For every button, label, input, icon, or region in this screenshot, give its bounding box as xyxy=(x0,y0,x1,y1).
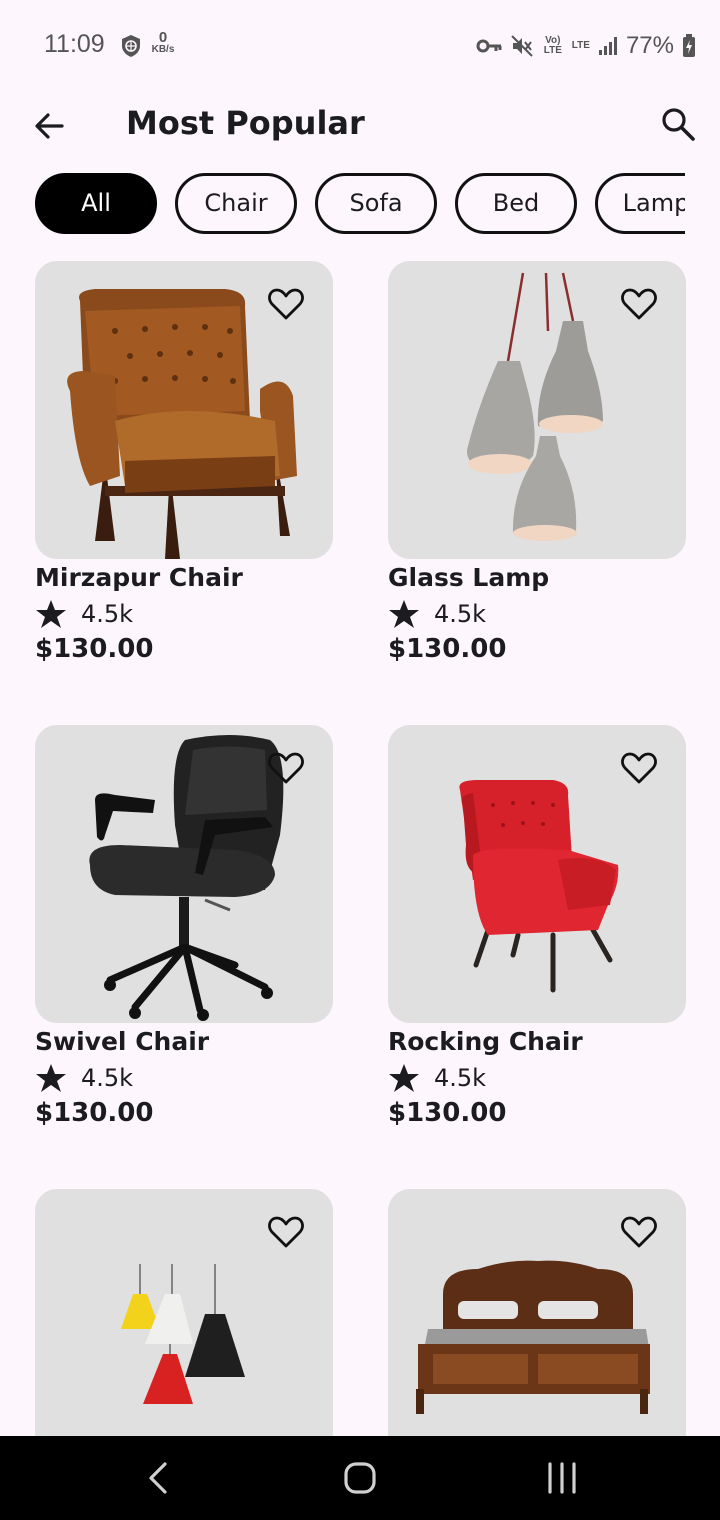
status-icons: Vo) LTE LTE 77% xyxy=(476,30,696,62)
product-image-card[interactable] xyxy=(388,261,686,559)
heart-icon[interactable] xyxy=(620,285,658,323)
mute-icon xyxy=(511,35,533,57)
chip-bed[interactable]: Bed xyxy=(455,173,577,234)
network-speed-unit: KB/s xyxy=(151,44,175,55)
category-filter-chips: All Chair Sofa Bed Lamp xyxy=(35,173,685,235)
heart-icon[interactable] xyxy=(620,749,658,787)
product-name: Rocking Chair xyxy=(388,1027,583,1056)
product-price: $130.00 xyxy=(35,1098,154,1128)
product-price: $130.00 xyxy=(388,634,507,664)
nav-back-icon[interactable] xyxy=(138,1458,178,1498)
product-card[interactable]: Mirzapur Chair 4.5k $130.00 xyxy=(35,261,333,664)
star-icon xyxy=(389,1064,419,1092)
signal-icon xyxy=(598,37,617,55)
heart-icon[interactable] xyxy=(620,1213,658,1251)
search-icon[interactable] xyxy=(658,104,698,144)
nav-recents-icon[interactable] xyxy=(542,1458,582,1498)
network-speed-value: 0 xyxy=(158,29,168,46)
star-icon xyxy=(36,1064,66,1092)
product-rating-value: 4.5k xyxy=(434,600,487,628)
product-image-card[interactable] xyxy=(35,725,333,1023)
lte-label: LTE xyxy=(571,40,590,51)
page-title: Most Popular xyxy=(126,104,365,142)
product-name: Swivel Chair xyxy=(35,1027,210,1056)
product-rating: 4.5k xyxy=(388,598,686,630)
back-arrow-icon[interactable] xyxy=(30,106,70,146)
network-speed: 0 KB/s xyxy=(149,30,177,55)
product-price: $130.00 xyxy=(35,634,154,664)
star-icon xyxy=(389,600,419,628)
product-card[interactable]: Rocking Chair 4.5k $130.00 xyxy=(388,725,686,1128)
status-bar: 11:09 0 KB/s Vo) LTE LTE 77% xyxy=(0,0,720,90)
product-name: Mirzapur Chair xyxy=(35,563,243,592)
key-icon xyxy=(476,39,502,53)
heart-icon[interactable] xyxy=(267,749,305,787)
product-name: Glass Lamp xyxy=(388,563,550,592)
status-time: 11:09 xyxy=(44,30,105,58)
product-rating: 4.5k xyxy=(388,1062,686,1094)
chip-sofa[interactable]: Sofa xyxy=(315,173,437,234)
product-rating-value: 4.5k xyxy=(81,600,134,628)
product-image-card[interactable] xyxy=(388,725,686,1023)
chip-all[interactable]: All xyxy=(35,173,157,234)
product-rating: 4.5k xyxy=(35,598,333,630)
volte-label: Vo) LTE xyxy=(543,35,562,56)
battery-charging-icon xyxy=(683,34,695,57)
system-navigation-bar xyxy=(0,1436,720,1520)
product-rating: 4.5k xyxy=(35,1062,333,1094)
product-price: $130.00 xyxy=(388,1098,507,1128)
product-card[interactable]: Swivel Chair 4.5k $130.00 xyxy=(35,725,333,1128)
product-rating-value: 4.5k xyxy=(81,1064,134,1092)
app-bar: Most Popular xyxy=(0,90,720,162)
battery-percent: 77% xyxy=(625,32,674,59)
shield-icon xyxy=(122,35,140,57)
product-image-card[interactable] xyxy=(35,261,333,559)
product-rating-value: 4.5k xyxy=(434,1064,487,1092)
nav-home-icon[interactable] xyxy=(340,1458,380,1498)
chip-lamp[interactable]: Lamp xyxy=(595,173,685,234)
product-card[interactable]: Glass Lamp 4.5k $130.00 xyxy=(388,261,686,664)
star-icon xyxy=(36,600,66,628)
heart-icon[interactable] xyxy=(267,1213,305,1251)
heart-icon[interactable] xyxy=(267,285,305,323)
chip-chair[interactable]: Chair xyxy=(175,173,297,234)
